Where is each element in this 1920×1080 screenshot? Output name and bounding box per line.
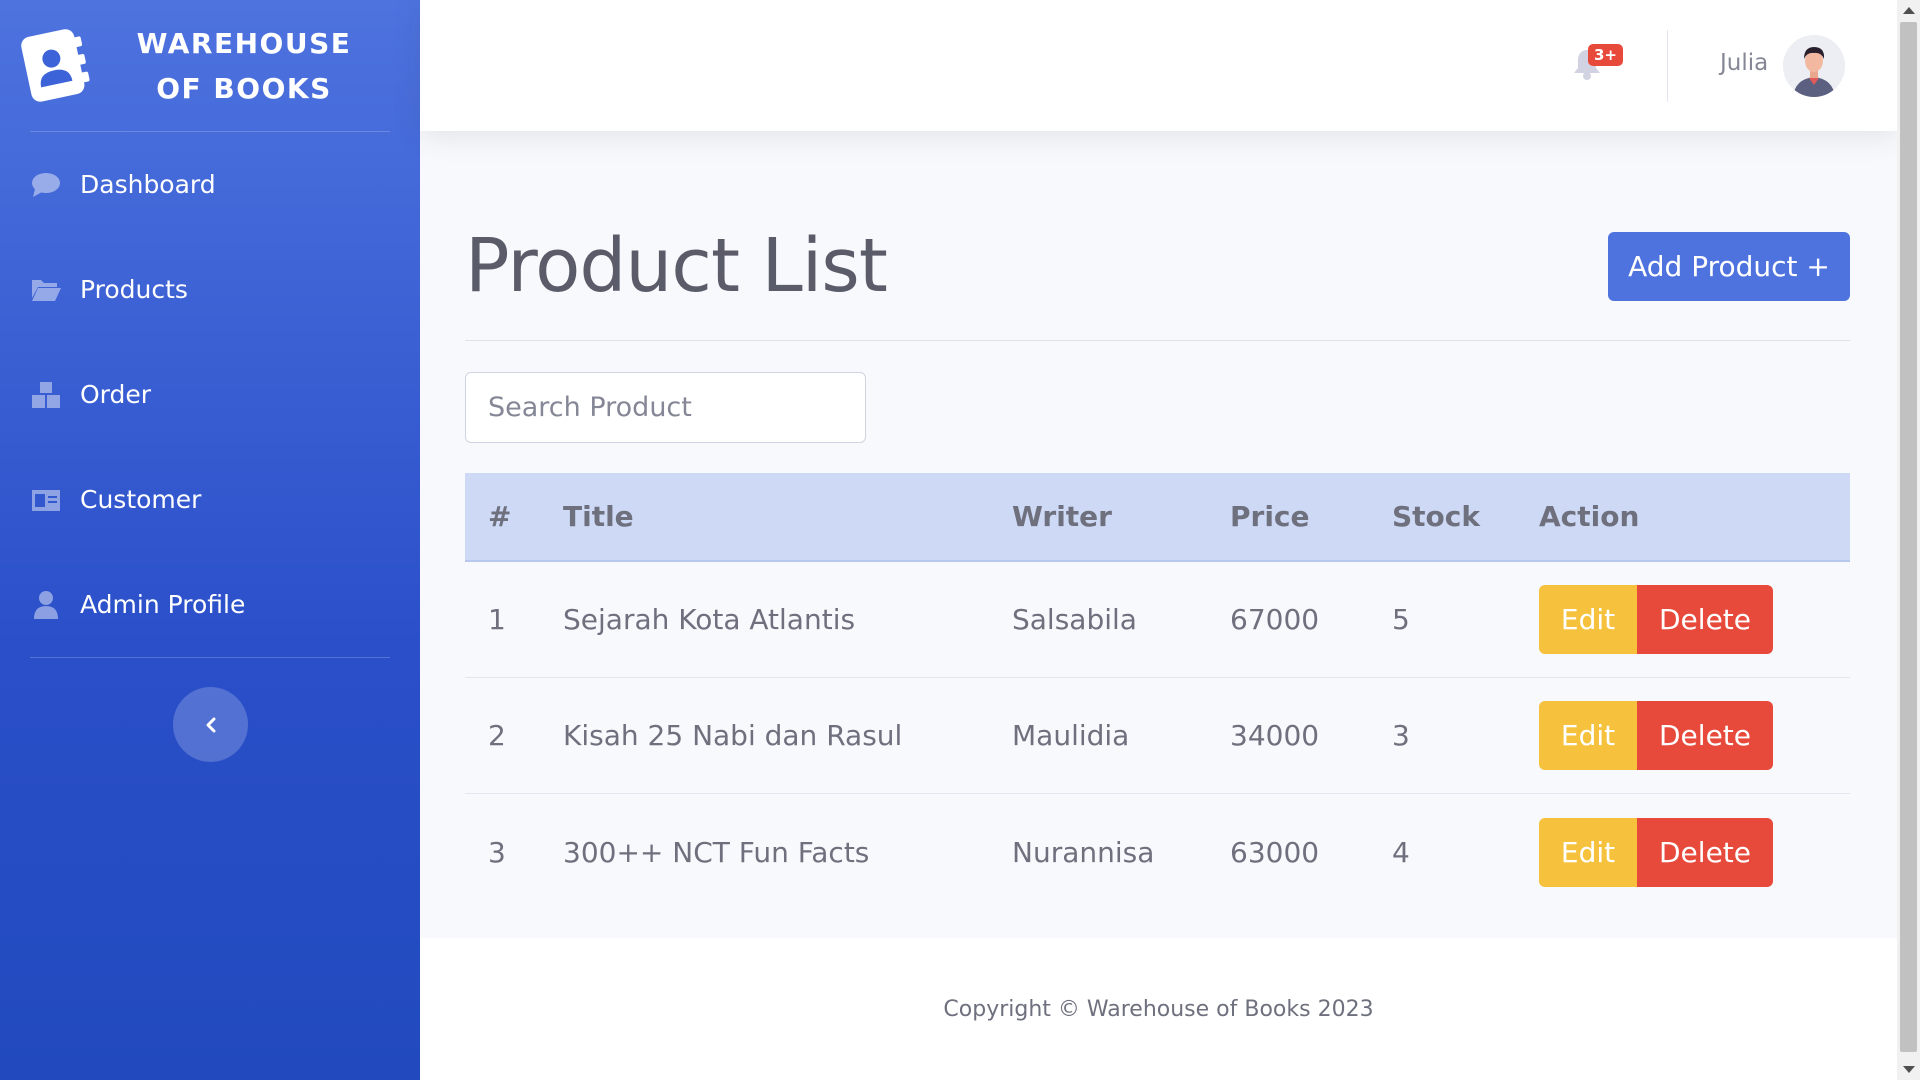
boxes-icon [30,381,62,409]
cell-stock: 4 [1392,835,1410,869]
footer: Copyright © Warehouse of Books 2023 [420,938,1897,1080]
sidebar-item-label: Customer [80,485,202,514]
table-row: 3 300++ NCT Fun Facts Nurannisa 63000 4 … [465,794,1850,910]
sidebar-divider [30,657,390,658]
cell-price: 34000 [1230,719,1320,752]
edit-button[interactable]: Edit [1539,817,1637,887]
brand-line-2: OF BOOKS [156,71,332,105]
add-product-button[interactable]: Add Product + [1608,232,1850,301]
cell-title: 300++ NCT Fun Facts [563,835,870,869]
product-table: # Title Writer Price Stock Action 1 Seja… [465,473,1850,910]
scroll-up-arrow-icon[interactable] [1903,7,1915,14]
folder-open-icon [30,276,62,304]
brand[interactable]: WAREHOUSE OF BOOKS [0,0,420,131]
cell-writer: Nurannisa [1012,835,1155,869]
sidebar-item-label: Dashboard [80,170,216,199]
table-header: # Title Writer Price Stock Action [465,473,1850,562]
scrollbar-thumb[interactable] [1900,22,1917,1052]
page-title: Product List [465,223,888,309]
column-header-stock: Stock [1392,500,1481,533]
user-avatar-image [1783,35,1845,97]
address-book-icon [21,28,90,102]
column-header-writer: Writer [1012,500,1112,533]
avatar[interactable] [1783,35,1845,97]
sidebar: WAREHOUSE OF BOOKS Dashboard Products Or… [0,0,420,1080]
cell-number: 2 [488,719,506,752]
delete-button[interactable]: Delete [1637,701,1773,770]
sidebar-item-dashboard[interactable]: Dashboard [0,132,420,237]
copyright-text: Copyright © Warehouse of Books 2023 [943,996,1374,1022]
sidebar-item-label: Admin Profile [80,590,246,619]
cell-price: 67000 [1230,603,1320,636]
cell-writer: Salsabila [1012,603,1137,636]
chevron-left-icon [206,717,215,732]
delete-button[interactable]: Delete [1637,585,1773,654]
cell-stock: 3 [1392,719,1410,752]
title-divider [465,340,1850,341]
cell-price: 63000 [1230,835,1320,869]
brand-line-1: WAREHOUSE [136,26,352,60]
cell-actions: Edit Delete [1539,585,1850,654]
delete-button[interactable]: Delete [1637,817,1773,887]
cell-stock: 5 [1392,603,1410,636]
cell-title: Kisah 25 Nabi dan Rasul [563,719,903,752]
cell-number: 3 [488,835,506,869]
page-scrollbar[interactable] [1897,0,1920,1080]
sidebar-toggle-button[interactable] [173,687,248,762]
table-row: 1 Sejarah Kota Atlantis Salsabila 67000 … [465,562,1850,678]
edit-button[interactable]: Edit [1539,585,1637,654]
brand-title: WAREHOUSE OF BOOKS [124,21,364,111]
topbar: 3+ Julia [420,0,1897,131]
column-header-number: # [488,500,512,533]
cell-writer: Maulidia [1012,719,1130,752]
table-row: 2 Kisah 25 Nabi dan Rasul Maulidia 34000… [465,678,1850,794]
sidebar-item-customer[interactable]: Customer [0,447,420,552]
sidebar-item-label: Products [80,275,188,304]
topbar-divider [1667,30,1668,102]
sidebar-item-label: Order [80,380,152,409]
search-input[interactable] [465,372,866,443]
sidebar-item-order[interactable]: Order [0,342,420,447]
cell-title: Sejarah Kota Atlantis [563,603,856,636]
cell-actions: Edit Delete [1539,701,1850,770]
column-header-title: Title [563,500,634,533]
column-header-price: Price [1230,500,1310,533]
scroll-down-arrow-icon[interactable] [1903,1066,1915,1073]
id-card-icon [30,486,62,514]
notification-count-badge: 3+ [1588,44,1624,66]
cell-actions: Edit Delete [1539,817,1850,887]
sidebar-item-products[interactable]: Products [0,237,420,342]
sidebar-item-admin-profile[interactable]: Admin Profile [0,552,420,657]
comment-icon [30,171,62,199]
cell-number: 1 [488,603,506,636]
column-header-action: Action [1539,500,1640,533]
edit-button[interactable]: Edit [1539,701,1637,770]
user-name[interactable]: Julia [1720,50,1768,76]
main-content: Product List Add Product + # Title Write… [420,131,1897,938]
user-icon [30,590,62,619]
